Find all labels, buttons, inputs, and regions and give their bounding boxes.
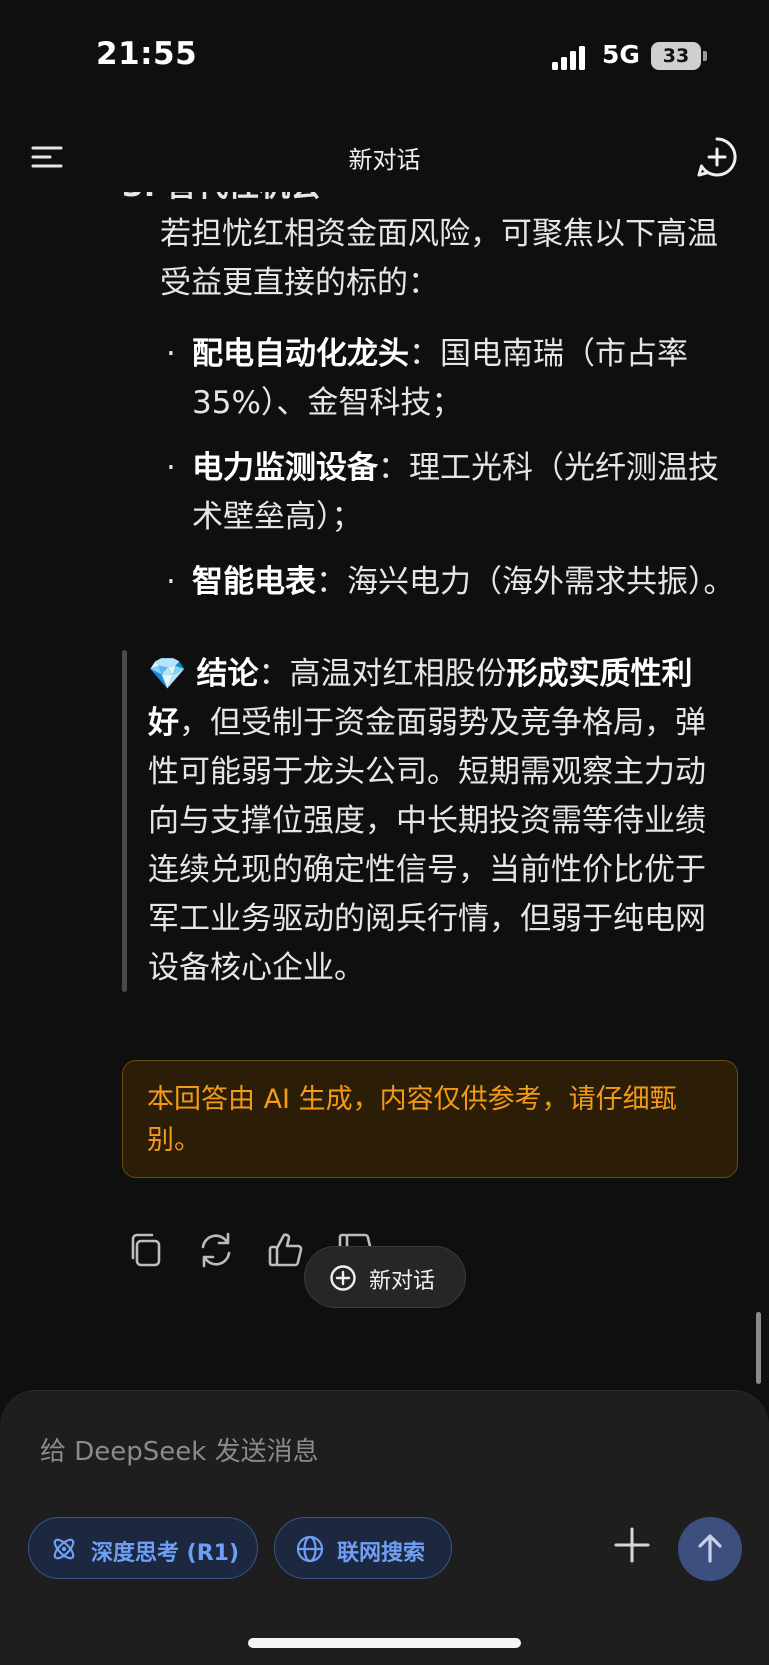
bullet-text: ：海兴电力（海外需求共振）。 [316, 564, 735, 600]
message-composer: 给 DeepSeek 发送消息 深度思考 (R1) 联网搜索 [0, 1390, 769, 1665]
battery-nub [703, 51, 707, 61]
web-search-label: 联网搜索 [337, 1541, 426, 1566]
send-button[interactable] [678, 1517, 742, 1581]
globe-icon [296, 1535, 324, 1563]
new-chat-icon [330, 1265, 356, 1291]
atom-icon [53, 1538, 75, 1560]
message-paragraph: 若担忧红相资金面风险，可聚焦以下高温受益更直接的标的： [160, 216, 718, 301]
ai-disclaimer: 本回答由 AI 生成，内容仅供参考，请仔细甄别。 [122, 1060, 738, 1178]
battery-icon: 33 [651, 42, 701, 70]
conclusion-part1: ：高温对红相股份 [258, 656, 507, 692]
blockquote-bar [122, 650, 127, 992]
page-title: 新对话 [348, 146, 421, 174]
status-time: 21:55 [96, 36, 198, 72]
chat-content: 3. 替代性机会 若担忧红相资金面风险，可聚焦以下高温受益更直接的标的： · 配… [0, 178, 769, 1388]
list-item: · 配电自动化龙头：国电南瑞（市占率35%）、金智科技； [166, 330, 746, 428]
web-search-toggle[interactable]: 联网搜索 [274, 1517, 452, 1579]
thumbs-up-icon[interactable] [266, 1230, 306, 1270]
bullet-dot: · [166, 450, 176, 486]
plus-icon[interactable] [612, 1525, 652, 1565]
scrollbar[interactable] [756, 1312, 761, 1384]
new-chat-button[interactable]: 新对话 [304, 1246, 466, 1308]
list-item: · 电力监测设备：理工光科（光纤测温技术壁垒高）； [166, 444, 746, 542]
bullet-title: 电力监测设备 [192, 450, 378, 486]
regenerate-icon[interactable] [196, 1230, 236, 1270]
arrow-up-icon [698, 1534, 722, 1563]
new-chat-icon[interactable] [696, 136, 738, 178]
message-input[interactable]: 给 DeepSeek 发送消息 [40, 1431, 319, 1468]
conclusion-text: 💎 结论：高温对红相股份形成实质性利好，但受制于资金面弱势及竞争格局，弹性可能弱… [148, 650, 732, 993]
bullet-list: · 配电自动化龙头：国电南瑞（市占率35%）、金智科技； · 电力监测设备：理工… [166, 330, 746, 623]
bullet-dot: · [166, 564, 176, 600]
conclusion-part2: ，但受制于资金面弱势及竞争格局，弹性可能弱于龙头公司。短期需观察主力动向与支撑位… [148, 705, 706, 986]
status-bar: 21:55 5G 33 [0, 0, 769, 110]
copy-icon[interactable] [126, 1230, 166, 1270]
new-chat-label: 新对话 [369, 1269, 436, 1294]
gem-icon: 💎 [148, 656, 187, 692]
chat-header: 新对话 [0, 120, 769, 192]
bullet-dot: · [166, 336, 176, 372]
bullet-title: 智能电表 [192, 564, 316, 600]
network-type: 5G [602, 40, 640, 69]
cellular-signal-icon [552, 46, 585, 70]
conclusion-label: 结论 [196, 656, 259, 692]
deep-think-toggle[interactable]: 深度思考 (R1) [28, 1517, 258, 1579]
bullet-title: 配电自动化龙头 [192, 336, 409, 372]
home-indicator [248, 1638, 521, 1648]
list-item: · 智能电表：海兴电力（海外需求共振）。 [166, 558, 746, 607]
deep-think-label: 深度思考 (R1) [91, 1541, 240, 1566]
